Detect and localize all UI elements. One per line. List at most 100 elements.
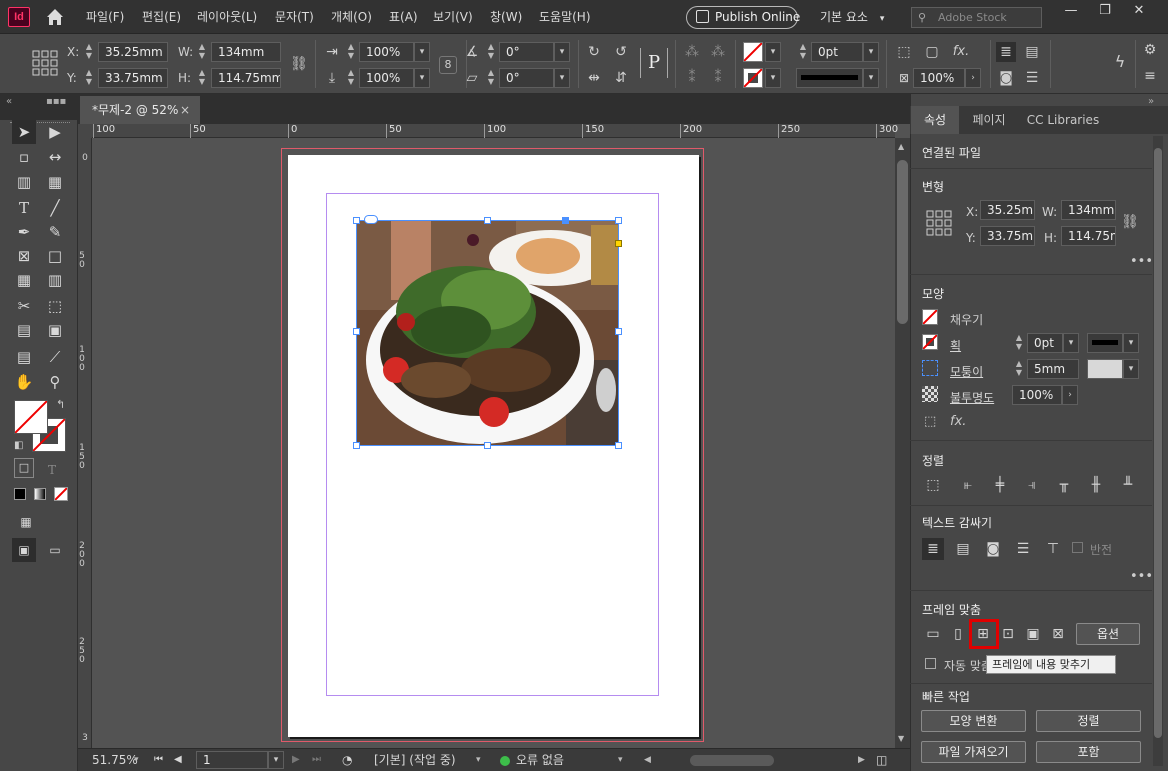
- resize-handle[interactable]: [353, 328, 360, 335]
- link-scale-icon[interactable]: 8: [439, 56, 457, 74]
- shear-field[interactable]: 0°: [499, 68, 554, 88]
- minimize-button[interactable]: —: [1054, 0, 1088, 22]
- align-left-icon[interactable]: ⫦: [957, 474, 979, 496]
- shear-dropdown[interactable]: ▾: [554, 68, 570, 88]
- fit-options-button[interactable]: 옵션: [1076, 623, 1140, 645]
- wrap-none-icon[interactable]: ≣: [996, 42, 1016, 62]
- selection-tool-icon[interactable]: ➤: [12, 120, 36, 144]
- link-badge-icon[interactable]: [364, 215, 378, 224]
- shear-stepper[interactable]: ▲ ▼: [484, 68, 498, 88]
- select-previous-icon[interactable]: ⁑: [682, 68, 702, 88]
- scale-x-dropdown[interactable]: ▾: [414, 42, 430, 62]
- stroke-type-select[interactable]: [796, 68, 863, 88]
- fill-dropdown[interactable]: ▾: [765, 42, 781, 62]
- gradient-swatch-tool-icon[interactable]: ▤: [12, 318, 36, 342]
- opacity-field[interactable]: 100%: [913, 68, 965, 88]
- normal-mode-icon[interactable]: ▣: [12, 538, 36, 562]
- place-file-button[interactable]: 파일 가져오기: [921, 741, 1026, 763]
- next-page-icon[interactable]: ▶: [292, 749, 300, 771]
- scissors-tool-icon[interactable]: ✂: [12, 294, 36, 318]
- opacity-arrow[interactable]: ›: [965, 68, 981, 88]
- stroke-weight-dropdown[interactable]: ▾: [863, 42, 879, 62]
- zoom-level[interactable]: 51.75%: [92, 749, 138, 771]
- tab-document[interactable]: *무제-2 @ 52% ×: [80, 96, 200, 124]
- type-tool-icon[interactable]: T: [12, 196, 36, 220]
- panel-stroke-type-dropdown[interactable]: ▾: [1123, 333, 1139, 353]
- panel-wrap-jump-icon[interactable]: ☰: [1012, 538, 1034, 560]
- stroke-stepper[interactable]: ▲ ▼: [1012, 333, 1026, 353]
- w-field[interactable]: 134mm: [211, 42, 281, 62]
- preview-mode-icon[interactable]: ▦: [14, 510, 38, 534]
- select-next-icon[interactable]: ⁑: [708, 68, 728, 88]
- swap-colors-icon[interactable]: ↰: [56, 398, 65, 411]
- scroll-thumb[interactable]: [897, 160, 908, 324]
- resize-handle[interactable]: [615, 442, 622, 449]
- screen-mode-icon[interactable]: ▭: [43, 538, 67, 562]
- note-tool-icon[interactable]: ▤: [12, 345, 36, 369]
- wrap-shape-icon[interactable]: ◙: [996, 68, 1016, 88]
- menu-type[interactable]: 문자(T): [275, 0, 314, 34]
- align-button[interactable]: 정렬: [1036, 710, 1141, 732]
- opacity-checker-icon[interactable]: [922, 386, 938, 402]
- first-page-icon[interactable]: ⏮: [154, 749, 163, 771]
- align-bottom-icon[interactable]: ╨: [1117, 474, 1139, 496]
- panel-opacity-field[interactable]: 100%: [1012, 385, 1062, 405]
- eyedropper-tool-icon[interactable]: ⟋: [43, 345, 67, 369]
- align-center-h-icon[interactable]: ╪: [989, 474, 1011, 496]
- panel-drop-shadow-icon[interactable]: ⬚: [924, 414, 936, 429]
- select-container-icon[interactable]: ⁂: [682, 42, 702, 62]
- direct-selection-tool-icon[interactable]: ▶: [43, 120, 67, 144]
- content-placer-icon[interactable]: ▦: [43, 170, 67, 194]
- auto-fit-checkbox[interactable]: [925, 658, 936, 669]
- scroll-up-icon[interactable]: ▲: [898, 142, 904, 151]
- rotate-dropdown[interactable]: ▾: [554, 42, 570, 62]
- default-colors-icon[interactable]: ◧: [14, 440, 23, 451]
- live-corner-handle[interactable]: [615, 240, 622, 247]
- rectangle-frame-tool-icon[interactable]: ⊠: [12, 244, 36, 268]
- embed-button[interactable]: 포함: [1036, 741, 1141, 763]
- panel-fill-swatch-icon[interactable]: [922, 309, 938, 325]
- select-content-icon[interactable]: ⁂: [708, 42, 728, 62]
- panel-w-field[interactable]: 134mm: [1061, 200, 1116, 220]
- corner-shape-dropdown[interactable]: ▾: [1123, 359, 1139, 379]
- fill-frame-proportionally-icon[interactable]: ▭: [922, 623, 944, 645]
- align-right-icon[interactable]: ⫣: [1021, 474, 1043, 496]
- opacity-label[interactable]: 불투명도: [950, 389, 994, 406]
- gear-icon[interactable]: ⚙: [1140, 40, 1160, 60]
- align-to-selection-icon[interactable]: ⬚: [922, 474, 944, 496]
- resize-handle[interactable]: [615, 328, 622, 335]
- align-top-icon[interactable]: ╥: [1053, 474, 1075, 496]
- formatting-text-icon[interactable]: T: [40, 458, 64, 482]
- menu-help[interactable]: 도움말(H): [539, 0, 591, 34]
- vertical-ruler[interactable]: 0 5 0 1 0 0 1 5 0 2 0 0 2 5 0 3: [78, 138, 92, 748]
- previous-page-icon[interactable]: ◀: [174, 749, 182, 771]
- lightning-icon[interactable]: ϟ: [1110, 52, 1130, 72]
- stroke-label[interactable]: 획: [950, 337, 961, 354]
- publish-online-button[interactable]: Publish Online: [686, 6, 800, 29]
- y-stepper[interactable]: ▲ ▼: [82, 68, 96, 88]
- x-field[interactable]: 35.25mm: [98, 42, 168, 62]
- menu-file[interactable]: 파일(F): [86, 0, 124, 34]
- invert-checkbox[interactable]: [1072, 542, 1083, 553]
- hamburger-menu-icon[interactable]: ≡: [1140, 66, 1160, 86]
- panel-wrap-shape-icon[interactable]: ◙: [982, 538, 1004, 560]
- resize-handle[interactable]: [484, 442, 491, 449]
- menu-layout[interactable]: 레이아웃(L): [197, 0, 257, 34]
- scroll-left-icon[interactable]: ◀: [644, 749, 651, 771]
- menu-window[interactable]: 창(W): [490, 0, 522, 34]
- panel-wrap-none-icon[interactable]: ≣: [922, 538, 944, 560]
- collapse-arrows-icon[interactable]: «: [6, 96, 12, 107]
- panel-constrain-icon[interactable]: ⛓: [1120, 212, 1140, 232]
- apply-none-icon[interactable]: [54, 487, 68, 501]
- x-stepper[interactable]: ▲ ▼: [82, 42, 96, 62]
- table-tool-icon[interactable]: ▦: [12, 268, 36, 292]
- page-number-field[interactable]: 1: [196, 751, 268, 769]
- fit-content-proportionally-icon[interactable]: ▯: [947, 623, 969, 645]
- panel-x-field[interactable]: 35.25mr: [980, 200, 1035, 220]
- stroke-swatch-icon[interactable]: [743, 68, 763, 88]
- panel-fx-icon[interactable]: fx.: [950, 414, 966, 429]
- rotate-cw-icon[interactable]: ↻: [584, 42, 604, 62]
- corner-stepper[interactable]: ▲ ▼: [1012, 359, 1026, 379]
- fit-frame-to-content-icon[interactable]: ⊡: [997, 623, 1019, 645]
- panel-stroke-field[interactable]: 0pt: [1027, 333, 1063, 353]
